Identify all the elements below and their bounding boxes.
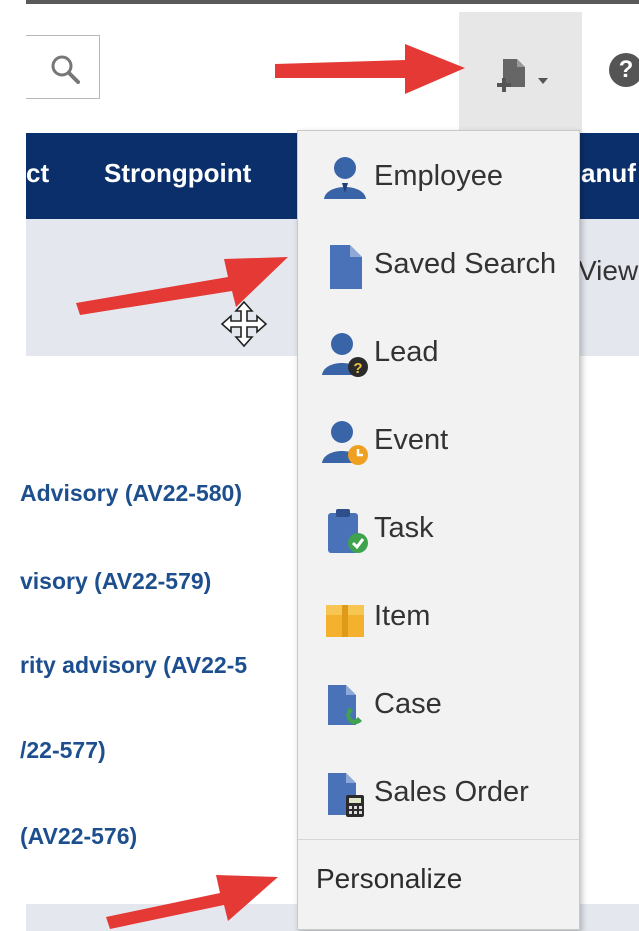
create-dropdown-menu: Employee Saved Search ? Lead Event Task … [297, 130, 580, 930]
menu-item-task[interactable]: Task [316, 495, 576, 565]
top-border [26, 0, 639, 4]
nav-item-strongpoint[interactable]: Strongpoint [104, 158, 251, 189]
search-button[interactable] [26, 35, 100, 99]
create-new-button[interactable] [459, 12, 582, 132]
employee-icon [324, 157, 366, 199]
advisory-link-2[interactable]: visory (AV22-579) [20, 568, 211, 595]
task-icon [328, 509, 368, 553]
menu-item-label: Event [374, 424, 449, 456]
arrow-annotation-icon [106, 875, 278, 929]
menu-item-case[interactable]: Case [316, 671, 576, 741]
menu-item-label: Employee [374, 160, 503, 192]
menu-divider [298, 839, 579, 840]
menu-item-sales-order[interactable]: Sales Order [316, 759, 576, 829]
sales-order-icon [328, 773, 364, 817]
saved-search-icon [330, 245, 362, 289]
view-link[interactable]: View [578, 255, 638, 287]
menu-item-label: Sales Order [374, 776, 529, 808]
help-icon[interactable]: ? [609, 53, 639, 87]
menu-item-item[interactable]: Item [316, 583, 576, 653]
menu-item-saved-search[interactable]: Saved Search [316, 231, 576, 301]
nav-item-partial-right[interactable]: anuf [581, 158, 636, 189]
nav-item-partial[interactable]: ct [26, 158, 49, 189]
menu-item-label: Task [374, 512, 434, 544]
menu-item-label: Case [374, 688, 442, 720]
menu-item-lead[interactable]: ? Lead [316, 319, 576, 389]
search-icon [51, 55, 80, 84]
svg-text:?: ? [353, 360, 362, 377]
arrow-annotation-icon [275, 44, 465, 94]
arrow-annotation-icon [76, 257, 288, 315]
menu-item-personalize[interactable]: Personalize [316, 863, 462, 895]
menu-item-employee[interactable]: Employee [316, 143, 576, 213]
advisory-link-4[interactable]: /22-577) [20, 737, 106, 764]
menu-item-label: Saved Search [374, 248, 557, 280]
chevron-down-icon [538, 78, 548, 84]
item-icon [326, 605, 364, 637]
advisory-link-3[interactable]: rity advisory (AV22-5 [20, 652, 247, 679]
advisory-link-1[interactable]: Advisory (AV22-580) [20, 480, 242, 507]
menu-item-label: Item [374, 600, 431, 632]
new-record-icon [497, 59, 525, 92]
lead-icon: ? [322, 333, 368, 377]
case-icon [328, 685, 362, 725]
advisory-link-5[interactable]: (AV22-576) [20, 823, 137, 850]
event-icon [322, 421, 368, 465]
menu-item-label: Lead [374, 336, 439, 368]
menu-item-event[interactable]: Event [316, 407, 576, 477]
